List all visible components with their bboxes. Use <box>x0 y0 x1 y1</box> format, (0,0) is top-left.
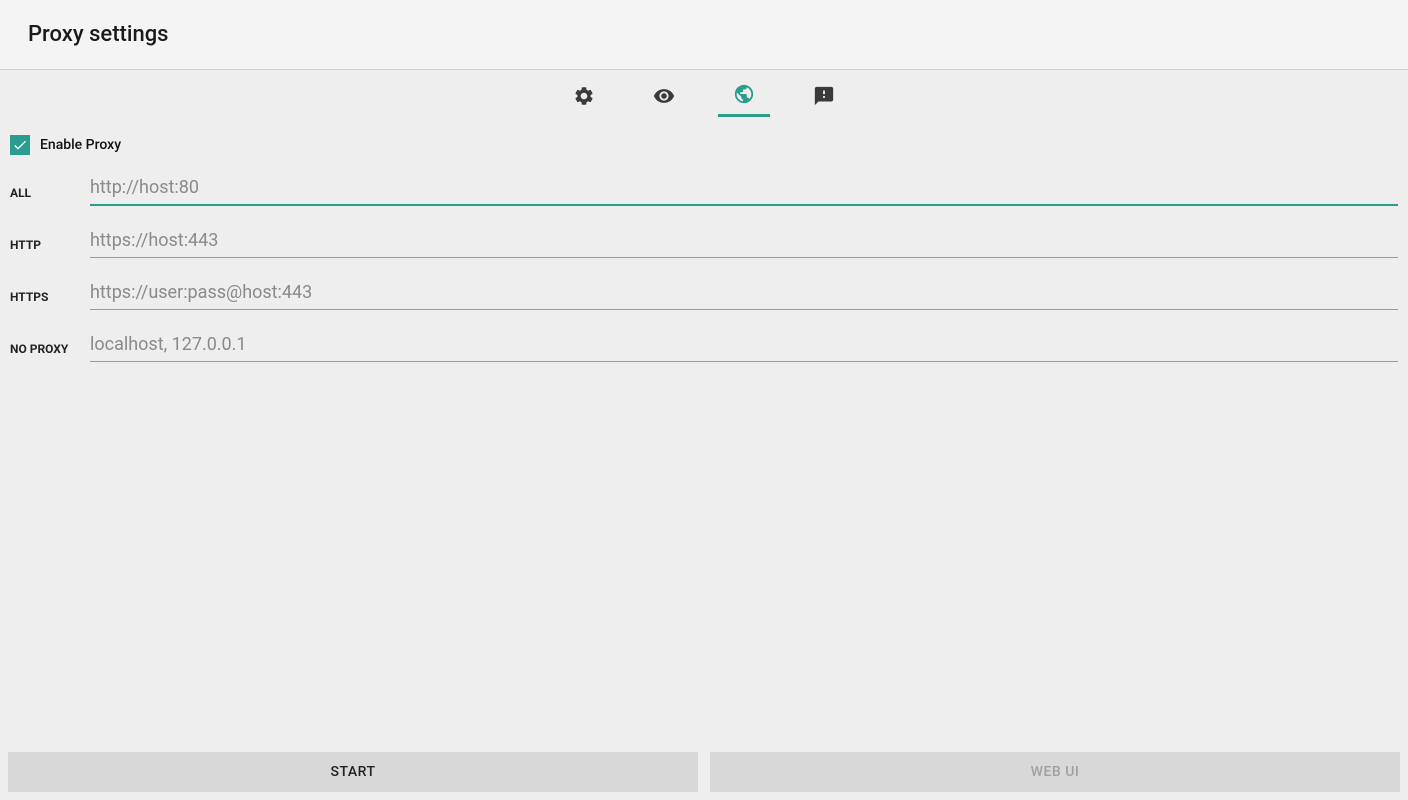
proxy-all-input[interactable] <box>90 171 1398 206</box>
app-header: Proxy settings <box>0 0 1408 70</box>
field-row-http: HTTP <box>10 224 1398 258</box>
enable-proxy-row: Enable Proxy <box>10 125 1398 165</box>
proxy-http-input[interactable] <box>90 224 1398 258</box>
tab-monitor[interactable] <box>638 82 690 117</box>
eye-icon <box>652 84 676 108</box>
field-label-https: HTTPS <box>10 290 90 310</box>
tab-about[interactable] <box>798 82 850 117</box>
field-label-http: HTTP <box>10 238 90 258</box>
enable-proxy-label: Enable Proxy <box>40 137 121 153</box>
gear-icon <box>572 84 596 108</box>
bottom-bar: START WEB UI <box>8 752 1400 792</box>
content-area: Enable Proxy ALL HTTP HTTPS NO PROXY <box>0 117 1408 362</box>
tab-proxy[interactable] <box>718 82 770 117</box>
field-row-noproxy: NO PROXY <box>10 328 1398 362</box>
tab-settings[interactable] <box>558 82 610 117</box>
start-button[interactable]: START <box>8 752 698 792</box>
globe-icon <box>732 82 756 106</box>
proxy-noproxy-input[interactable] <box>90 328 1398 362</box>
enable-proxy-checkbox[interactable] <box>10 135 30 155</box>
field-row-all: ALL <box>10 171 1398 206</box>
page-title: Proxy settings <box>28 22 1380 47</box>
field-label-noproxy: NO PROXY <box>10 342 90 362</box>
webui-button[interactable]: WEB UI <box>710 752 1400 792</box>
proxy-https-input[interactable] <box>90 276 1398 310</box>
field-label-all: ALL <box>10 186 90 206</box>
field-row-https: HTTPS <box>10 276 1398 310</box>
info-icon <box>812 84 836 108</box>
tab-strip <box>0 70 1408 117</box>
